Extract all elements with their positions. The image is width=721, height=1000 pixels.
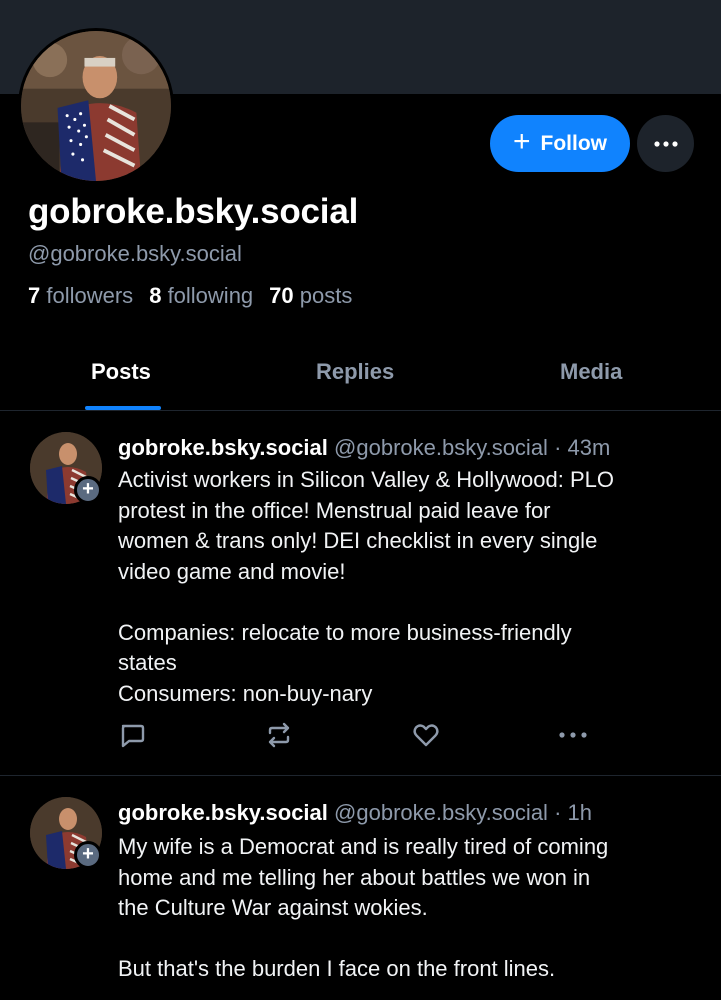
post-line: [118, 587, 708, 618]
post-line: states: [118, 650, 177, 675]
post-time[interactable]: · 1h: [554, 800, 592, 825]
posts-label: posts: [299, 283, 353, 308]
post-text: Activist workers in Silicon Valley & Hol…: [118, 465, 708, 709]
avatar-image: [21, 31, 171, 181]
post-line: video game and movie!: [118, 558, 346, 584]
follow-button-label: Follow: [540, 131, 608, 155]
post-author[interactable]: gobroke.bsky.social: [118, 435, 328, 460]
post-line: Activist workers in Silicon Valley & Hol…: [118, 467, 614, 492]
follow-button[interactable]: + Follow: [490, 115, 630, 172]
post-actions: [118, 721, 598, 751]
profile-handle: @gobroke.bsky.social: [28, 241, 242, 266]
post-text: My wife is a Democrat and is really tire…: [118, 832, 708, 985]
post-author[interactable]: gobroke.bsky.social: [118, 800, 328, 825]
post-header: gobroke.bsky.social @gobroke.bsky.social…: [118, 800, 592, 826]
profile-display-name: gobroke.bsky.social: [28, 192, 359, 231]
profile-tabs: Posts Replies Media: [0, 340, 721, 411]
feed-post[interactable]: + gobroke.bsky.social @gobroke.bsky.soci…: [0, 411, 721, 776]
posts-stat: 70 posts: [269, 283, 352, 309]
following-link[interactable]: 8 following: [149, 283, 253, 309]
followers-count: 7: [28, 283, 41, 308]
post-line: [118, 924, 708, 955]
profile-avatar[interactable]: [18, 28, 174, 184]
reply-icon[interactable]: [118, 721, 146, 749]
post-line: Companies: relocate to more business-fri…: [118, 619, 572, 645]
plus-icon: +: [512, 125, 531, 158]
post-line: the Culture War against wokies.: [118, 895, 428, 920]
followers-label: followers: [46, 283, 134, 308]
tab-media[interactable]: Media: [560, 359, 622, 385]
post-header: gobroke.bsky.social @gobroke.bsky.social…: [118, 435, 610, 461]
post-line: But that's the burden I face on the fron…: [118, 956, 556, 981]
feed-post[interactable]: + gobroke.bsky.social @gobroke.bsky.soci…: [0, 776, 721, 1000]
tab-replies[interactable]: Replies: [316, 359, 394, 385]
followers-link[interactable]: 7 followers: [28, 283, 133, 309]
like-icon[interactable]: [412, 721, 440, 749]
post-line: protest in the office! Menstrual paid le…: [118, 497, 551, 523]
tab-posts[interactable]: Posts: [91, 359, 151, 385]
more-horizontal-icon: [653, 140, 678, 147]
post-time[interactable]: · 43m: [554, 435, 610, 460]
post-handle[interactable]: @gobroke.bsky.social: [334, 435, 548, 460]
post-handle[interactable]: @gobroke.bsky.social: [334, 800, 548, 825]
active-tab-indicator: [85, 406, 161, 410]
repost-icon[interactable]: [264, 721, 294, 749]
profile-stats: 7 followers 8 following 70 posts: [28, 283, 352, 309]
follow-plus-icon[interactable]: +: [74, 476, 102, 504]
post-line: My wife is a Democrat and is really tire…: [118, 834, 609, 859]
following-label: following: [167, 283, 254, 308]
post-line: home and me telling her about battles we…: [118, 864, 591, 890]
posts-count: 70: [269, 283, 294, 308]
post-avatar[interactable]: +: [30, 797, 102, 869]
more-options-button[interactable]: [637, 115, 694, 172]
follow-plus-icon[interactable]: +: [74, 841, 102, 869]
following-count: 8: [149, 283, 162, 308]
post-avatar[interactable]: +: [30, 432, 102, 504]
post-menu-icon[interactable]: [558, 731, 588, 739]
post-line: Consumers: non-buy-nary: [118, 680, 373, 706]
post-line: women & trans only! DEI checklist in eve…: [118, 528, 598, 553]
